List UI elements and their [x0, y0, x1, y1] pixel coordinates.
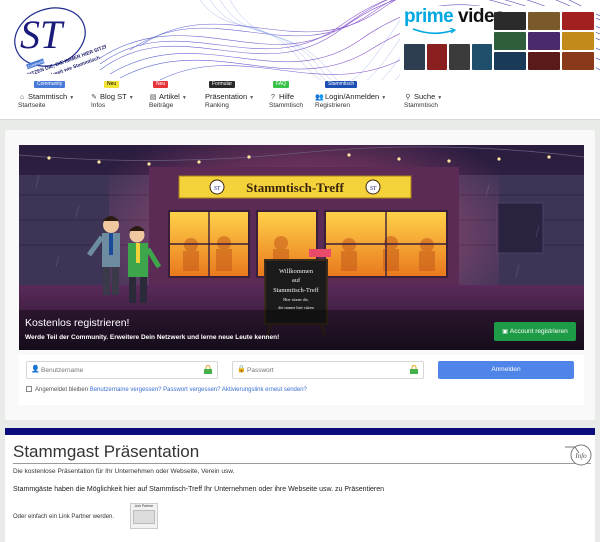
- remember-row: Angemeldet bleiben Benutzername vergesse…: [26, 386, 307, 393]
- hero-subtitle: Werde Teil der Community. Erweitere Dein…: [25, 334, 280, 341]
- board-line: Willkommen: [279, 268, 314, 275]
- nav-sublabel: Stammtisch: [269, 102, 303, 109]
- welcome-hero: Stammtisch-Treff ST ST Willkommen auf St…: [19, 145, 584, 350]
- nav-label: Hilfe: [279, 92, 295, 101]
- svg-text:ST: ST: [20, 12, 65, 57]
- remember-label: Angemeldet bleiben: [35, 387, 89, 393]
- forgot-username-link[interactable]: Benutzername vergessen?: [90, 387, 162, 393]
- blog-icon: ✎: [91, 94, 97, 101]
- register-icon: ▣: [502, 329, 508, 335]
- quick-login-form: 👤 🔒 Anmelden Angemeldet bleiben Benutzer…: [19, 355, 584, 405]
- nav-sublabel: Infos: [91, 102, 106, 109]
- hero-sign-text: Stammtisch-Treff: [246, 180, 344, 195]
- prime-video-ad[interactable]: prime video: [400, 6, 596, 74]
- help-icon: ?: [271, 94, 275, 101]
- chevron-down-icon: ▼: [69, 95, 75, 101]
- register-button-label: Account registrieren: [509, 328, 568, 335]
- nav-badge: FAQ: [273, 81, 290, 88]
- section-paragraph: Die kostenlose Präsentation für Ihr Unte…: [13, 468, 235, 475]
- nav-item-suche[interactable]: ⚲ Suche ▼ Stammtisch: [404, 80, 452, 120]
- section-divider: [5, 428, 595, 435]
- nav-label: Login/Anmelden: [325, 92, 380, 101]
- svg-text:ST: ST: [370, 186, 377, 192]
- nav-badge: Community: [34, 81, 66, 88]
- link-partner-label: Link Partner: [134, 504, 154, 508]
- nav-item-stammtisch[interactable]: Community ⌂ Stammtisch ▼ Startseite: [18, 80, 84, 120]
- user-icon: 👤: [31, 366, 40, 373]
- lock-icon: 🔒: [237, 366, 246, 373]
- nav-label: Präsentation: [205, 92, 248, 101]
- info-badge-icon[interactable]: Info: [563, 441, 593, 467]
- login-button[interactable]: Anmelden: [438, 361, 574, 379]
- nav-sublabel: Registrieren: [315, 102, 351, 109]
- nav-sublabel: Startseite: [18, 102, 46, 109]
- nav-label: Blog ST: [100, 92, 127, 101]
- nav-sublabel: Beiträge: [149, 102, 174, 109]
- title-underline: [13, 463, 591, 464]
- forgot-password-link[interactable]: Passwort vergessen?: [163, 387, 220, 393]
- nav-badge: Formular: [209, 81, 236, 88]
- ad-posters-grid: [494, 12, 594, 70]
- nav-sublabel: Stammtisch: [404, 102, 438, 109]
- remember-checkbox[interactable]: [26, 386, 32, 392]
- site-logo[interactable]: ST HIER SITZEN DIE, DIE IMMER HIER SITZE…: [6, 4, 106, 74]
- home-icon: ⌂: [19, 94, 25, 101]
- nav-item-praesentation[interactable]: Formular Präsentation ▼ Ranking: [205, 80, 267, 120]
- nav-badge: Neu: [104, 81, 120, 88]
- nav-item-blog[interactable]: Neu ✎ Blog ST ▼ Infos: [90, 80, 144, 120]
- board-line: auf: [292, 277, 301, 284]
- chevron-down-icon: ▼: [181, 95, 187, 101]
- ad-posters-left: [404, 44, 492, 70]
- nav-label: Suche: [414, 92, 436, 101]
- board-line: die immer hier sitzen: [278, 305, 314, 310]
- user-icon: 👥: [315, 94, 324, 101]
- nav-item-login[interactable]: Stammtisch 👥Login/Anmelden ▼ Registrieren: [315, 80, 395, 120]
- main-navigation: Community ⌂ Stammtisch ▼ Startseite Neu ✎ B…: [0, 80, 600, 120]
- prime-smile-icon: [412, 28, 456, 35]
- chevron-down-icon: ▼: [437, 95, 443, 101]
- board-line: Stammtisch-Treff: [273, 287, 320, 294]
- username-field[interactable]: 👤: [26, 361, 218, 379]
- nav-label: Artikel: [159, 92, 180, 101]
- password-field[interactable]: 🔒: [232, 361, 424, 379]
- password-manager-icon[interactable]: [409, 365, 419, 375]
- nav-sublabel: Ranking: [205, 102, 229, 109]
- svg-text:ST: ST: [214, 186, 221, 192]
- register-account-button[interactable]: ▣ Account registrieren: [494, 322, 576, 341]
- header-banner: ST HIER SITZEN DIE, DIE IMMER HIER SITZE…: [0, 0, 600, 80]
- password-input[interactable]: [247, 363, 397, 377]
- prime-video-wordmark: prime video: [404, 6, 506, 27]
- chevron-down-icon: ▼: [128, 95, 134, 101]
- svg-text:Info: Info: [574, 452, 587, 460]
- section-paragraph: Stammgäste haben die Möglichkeit hier au…: [13, 486, 385, 493]
- search-icon: ⚲: [405, 94, 411, 101]
- resend-activation-link[interactable]: Aktivierungslink erneut senden?: [222, 387, 307, 393]
- hero-title: Kostenlos registrieren!: [25, 317, 130, 329]
- password-manager-icon[interactable]: [203, 365, 213, 375]
- nav-badge: Neu: [153, 81, 169, 88]
- stammgast-section: Stammgast Präsentation Info Die kostenlo…: [5, 435, 595, 542]
- articles-icon: ▤: [149, 94, 157, 101]
- nav-label: Stammtisch: [28, 92, 68, 101]
- section-title: Stammgast Präsentation: [13, 442, 200, 461]
- link-partner-thumb: [133, 510, 155, 524]
- nav-badge: Stammtisch: [325, 81, 358, 88]
- link-partner-text: Oder einfach ein Link Partner werden.: [13, 514, 115, 520]
- chevron-down-icon: ▼: [381, 95, 387, 101]
- username-input[interactable]: [41, 363, 191, 377]
- nav-item-artikel[interactable]: Neu ▤ Artikel ▼ Beiträge: [149, 80, 201, 120]
- chevron-down-icon: ▼: [249, 95, 255, 101]
- link-partner-image[interactable]: Link Partner: [130, 503, 158, 529]
- nav-item-hilfe[interactable]: FAQ ? Hilfe Stammtisch: [269, 80, 311, 120]
